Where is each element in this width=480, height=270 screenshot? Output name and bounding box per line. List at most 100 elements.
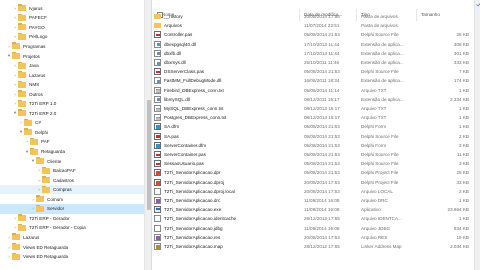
- tree-item[interactable]: › C#: [0, 118, 144, 128]
- file-name-cell: __history: [154, 13, 300, 20]
- tree-item[interactable]: › PAYGO: [0, 23, 144, 33]
- file-row[interactable]: Controller.pas 05/08/2014 21:53 Delphi Sou…: [152, 30, 474, 39]
- tree-item[interactable]: ▾ Delphi: [0, 128, 144, 138]
- tree-item-label: Comum: [47, 196, 64, 202]
- file-row[interactable]: MySQL_DBExpress_conn.txt 08/12/2013 15:17…: [152, 104, 474, 113]
- tree-item[interactable]: › Views ED Retaguarda: [0, 242, 144, 252]
- tree-item[interactable]: › Ivjarus: [0, 4, 144, 14]
- file-date: 28/12/2012 17:55: [304, 244, 340, 249]
- file-row[interactable]: dbexpgsql40.dll 17/10/2013 11:44 Extensão …: [152, 40, 474, 49]
- tree-item[interactable]: › NMS: [0, 80, 144, 90]
- dfm-icon: [154, 123, 161, 131]
- file-date: 28/12/2012 17:55: [304, 216, 340, 222]
- file-type: Delphi Source File: [361, 161, 399, 167]
- pas-icon: [154, 132, 161, 140]
- file-row[interactable]: T2Ti_ServidorAplicacao.map 28/12/2012 17:…: [152, 242, 474, 251]
- file-name-cell: T2Ti_ServidorAplicacao.dpr: [154, 169, 300, 177]
- file-type: Pasta de arquivos: [361, 23, 398, 29]
- folder-icon: [36, 195, 44, 203]
- tree-item-label: Servidor: [47, 206, 65, 212]
- file-row[interactable]: T2Ti_ServidorAplicacao.identcache 28/12/2…: [152, 214, 474, 223]
- tree-item[interactable]: › PerlLogo: [0, 32, 144, 42]
- file-name: dbexpgsql40.dll: [164, 41, 196, 47]
- folder-icon: [30, 137, 38, 145]
- navigation-scrollbar-thumb[interactable]: [146, 100, 151, 210]
- file-name-cell: DSServerClass.pas: [154, 68, 300, 76]
- txt-icon: [154, 114, 161, 122]
- file-date: 20/08/2014 17:53: [304, 179, 340, 185]
- file-row[interactable]: T2Ti_ServidorAplicacao.dproj 20/08/2014 1…: [152, 178, 474, 187]
- file-type: Extensão de aplica...: [361, 96, 404, 102]
- dpr-icon: [154, 178, 161, 186]
- file-row[interactable]: FastMM_FullDebugMode.dll 16/06/2011 18:34…: [152, 76, 474, 85]
- tree-item[interactable]: › PAF: [0, 137, 144, 147]
- tree-item[interactable]: › Cadastros: [0, 175, 144, 185]
- folder-icon: [12, 243, 20, 250]
- file-row[interactable]: ServerContainer.pas 05/08/2014 21:53 Delph…: [152, 150, 474, 159]
- file-name: dbxfb.dll: [164, 50, 182, 56]
- tree-item[interactable]: › Views ED Retaguarda: [0, 252, 144, 262]
- file-date: 11/07/2014 22:51: [304, 23, 340, 29]
- file-row[interactable]: Postgres_DBExpress_conn.txt 08/12/2013 15…: [152, 113, 474, 122]
- tree-item[interactable]: › T2Ti ERP - Gerador: [0, 214, 144, 224]
- tree-item[interactable]: › T2Ti ERP 1.0: [0, 99, 144, 109]
- file-row[interactable]: T2Ti_ServidorAplicacao.res 20/08/2014 17:…: [152, 233, 474, 242]
- file-row[interactable]: T2Ti_ServidorAplicacao.drc 11/09/2014 16:…: [152, 196, 474, 205]
- file-name-cell: MySQL_DBExpress_conn.txt: [154, 105, 300, 112]
- file-name: ServerContainer.pas: [164, 152, 206, 157]
- file-row[interactable]: dbxfb.dll 17/10/2013 11:44 Extensão de apl…: [152, 49, 474, 58]
- file-icon: [154, 187, 161, 195]
- file-name-cell: ServerContainer.dfm: [154, 141, 300, 149]
- tree-item-label: T2Ti ERP 1.0: [29, 101, 57, 107]
- file-name: SA.dfm: [164, 124, 180, 130]
- tree-item[interactable]: › Outros: [0, 89, 144, 99]
- tree-item[interactable]: › Lazarus: [0, 70, 144, 80]
- tree-item[interactable]: › PAFECF: [0, 13, 144, 23]
- tree-item[interactable]: › Programas: [0, 42, 144, 52]
- file-size: 1 KB: [459, 115, 469, 121]
- file-size: 33 KB: [456, 179, 469, 185]
- tree-item[interactable]: ▾ Cliente: [0, 156, 144, 166]
- file-name: Firebird_DBExpress_conn.txt: [164, 87, 224, 93]
- file-row[interactable]: __history 20/08/2014 17:56 Pasta de arquiv…: [152, 12, 474, 21]
- tree-item[interactable]: › Compras: [0, 184, 144, 195]
- file-name: T2Ti_ServidorAplicacao.identcache: [164, 216, 237, 222]
- tree-item[interactable]: ▾ Retaguarda: [0, 147, 144, 157]
- file-row[interactable]: ServerContainer.dfm 05/08/2014 21:53 Delph…: [152, 141, 474, 150]
- file-row[interactable]: Arquivos 11/07/2014 22:51 Pasta de arquivo…: [152, 21, 474, 30]
- file-row[interactable]: SA.pas 05/08/2014 21:53 Delphi Source File…: [152, 132, 474, 141]
- obj-icon: [154, 243, 161, 250]
- file-date: 08/12/2013 15:17: [304, 115, 340, 121]
- file-name-cell: T2Ti_ServidorAplicacao.identcache: [154, 215, 300, 223]
- tree-item[interactable]: › Servidor: [0, 204, 144, 214]
- file-row[interactable]: SA.dfm 05/08/2014 21:53 Delphi Form 1 KB: [152, 122, 474, 131]
- file-row[interactable]: T2Ti_ServidorAplicacao.jdbg 11/09/2014 16…: [152, 224, 474, 233]
- file-list-scrollbar[interactable]: [474, 0, 480, 270]
- dpr-icon: [154, 169, 161, 177]
- file-row[interactable]: T2Ti_ServidorAplicacao.dpr 05/08/2014 21:…: [152, 168, 474, 177]
- tree-item-label: Lazarus: [23, 234, 40, 240]
- file-date: 05/08/2014 21:53: [304, 69, 340, 75]
- file-row[interactable]: SessaoUsuario.pas 05/08/2014 21:53 Delphi …: [152, 159, 474, 168]
- tree-item[interactable]: › Java: [0, 61, 144, 71]
- folder-icon: [12, 233, 20, 241]
- file-size: 1 KB: [459, 106, 469, 111]
- tree-item[interactable]: › Comum: [0, 195, 144, 205]
- tree-item[interactable]: › Lazarus: [0, 233, 144, 243]
- tree-item-label: T2Ti ERP - Gerador - Copia: [29, 225, 86, 231]
- file-date: 20/08/2014 17:53: [304, 188, 340, 194]
- file-type: Arquivo TXT: [361, 106, 387, 111]
- file-row[interactable]: Firebird_DBExpress_conn.txt 05/06/2014 11…: [152, 86, 474, 95]
- file-row[interactable]: T2Ti_ServidorAplicacao.dproj.local 20/08/…: [152, 187, 474, 196]
- tree-item[interactable]: › T2Ti ERP - Gerador - Copia: [0, 223, 144, 233]
- file-name: ServerContainer.dfm: [164, 142, 207, 148]
- file-row[interactable]: T2Ti_ServidorAplicacao.exe 11/09/2014 16:…: [152, 205, 474, 214]
- file-row[interactable]: DSServerClass.pas 05/08/2014 21:53 Delphi …: [152, 67, 474, 76]
- tree-item[interactable]: ▾ T2Ti ERP 2.0: [0, 109, 144, 119]
- file-row[interactable]: dbxmys.dll 25/10/2011 11:46 Extensão de ap…: [152, 58, 474, 67]
- file-row[interactable]: libmySQL.dll 08/12/2011 15:17 Extensão de …: [152, 95, 474, 104]
- file-size: 11 KB: [456, 152, 469, 157]
- tree-item[interactable]: ▾ Projetos: [0, 51, 144, 61]
- tree-item[interactable]: › BalcaoPAF: [0, 166, 144, 176]
- folder-icon: [36, 204, 44, 212]
